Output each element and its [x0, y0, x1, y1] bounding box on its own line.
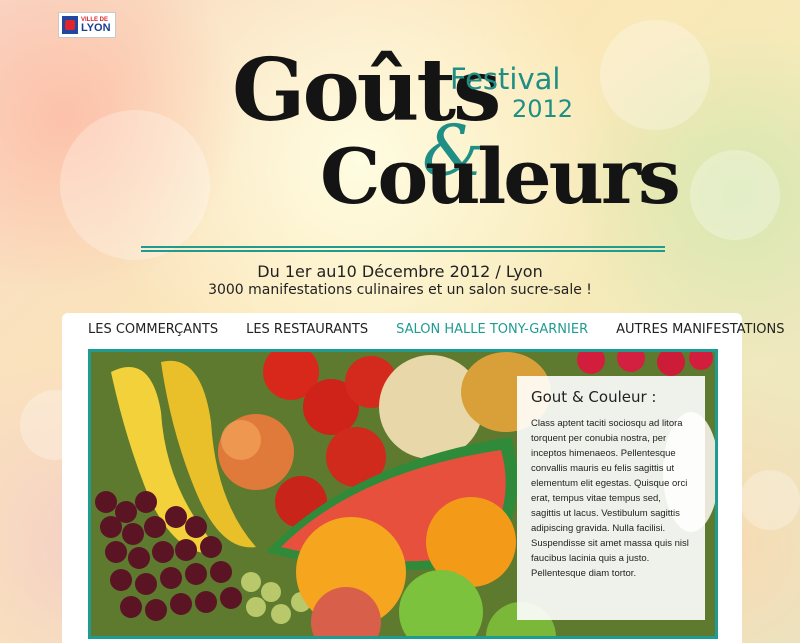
main-panel: LES COMMERÇANTS LES RESTAURANTS SALON HA… [62, 313, 785, 643]
title-couleurs: Couleurs [320, 132, 681, 221]
ville-de-lyon-logo[interactable]: VILLE DE LYON [58, 12, 116, 38]
divider-rule [141, 250, 665, 252]
nav-item-salon[interactable]: SALON HALLE TONY-GARNIER [382, 319, 602, 341]
logo-text-big: LYON [81, 21, 111, 34]
bokeh-circle [740, 470, 800, 530]
main-nav: LES COMMERÇANTS LES RESTAURANTS SALON HA… [62, 313, 785, 347]
bokeh-circle [60, 110, 210, 260]
info-textbox: Gout & Couleur : Class aptent taciti soc… [517, 376, 705, 620]
bokeh-circle [600, 20, 710, 130]
festival-year: 2012 [512, 95, 574, 123]
divider-rule [141, 246, 665, 248]
nav-item-commercants[interactable]: LES COMMERÇANTS [62, 319, 232, 341]
nav-item-restaurants[interactable]: LES RESTAURANTS [232, 319, 382, 341]
event-subtitle: 3000 manifestations culinaires et un sal… [208, 282, 592, 298]
info-body: Class aptent taciti sociosqu ad litora t… [531, 418, 689, 579]
nav-item-autres[interactable]: AUTRES MANIFESTATIONS [602, 319, 798, 341]
info-heading: Gout & Couleur : [531, 388, 657, 406]
bokeh-circle [690, 150, 780, 240]
event-dates: Du 1er au10 Décembre 2012 / Lyon [257, 262, 543, 281]
festival-label: Festival [450, 62, 561, 96]
fruit-photo: Gout & Couleur : Class aptent taciti soc… [88, 349, 718, 639]
lion-icon [62, 16, 78, 34]
